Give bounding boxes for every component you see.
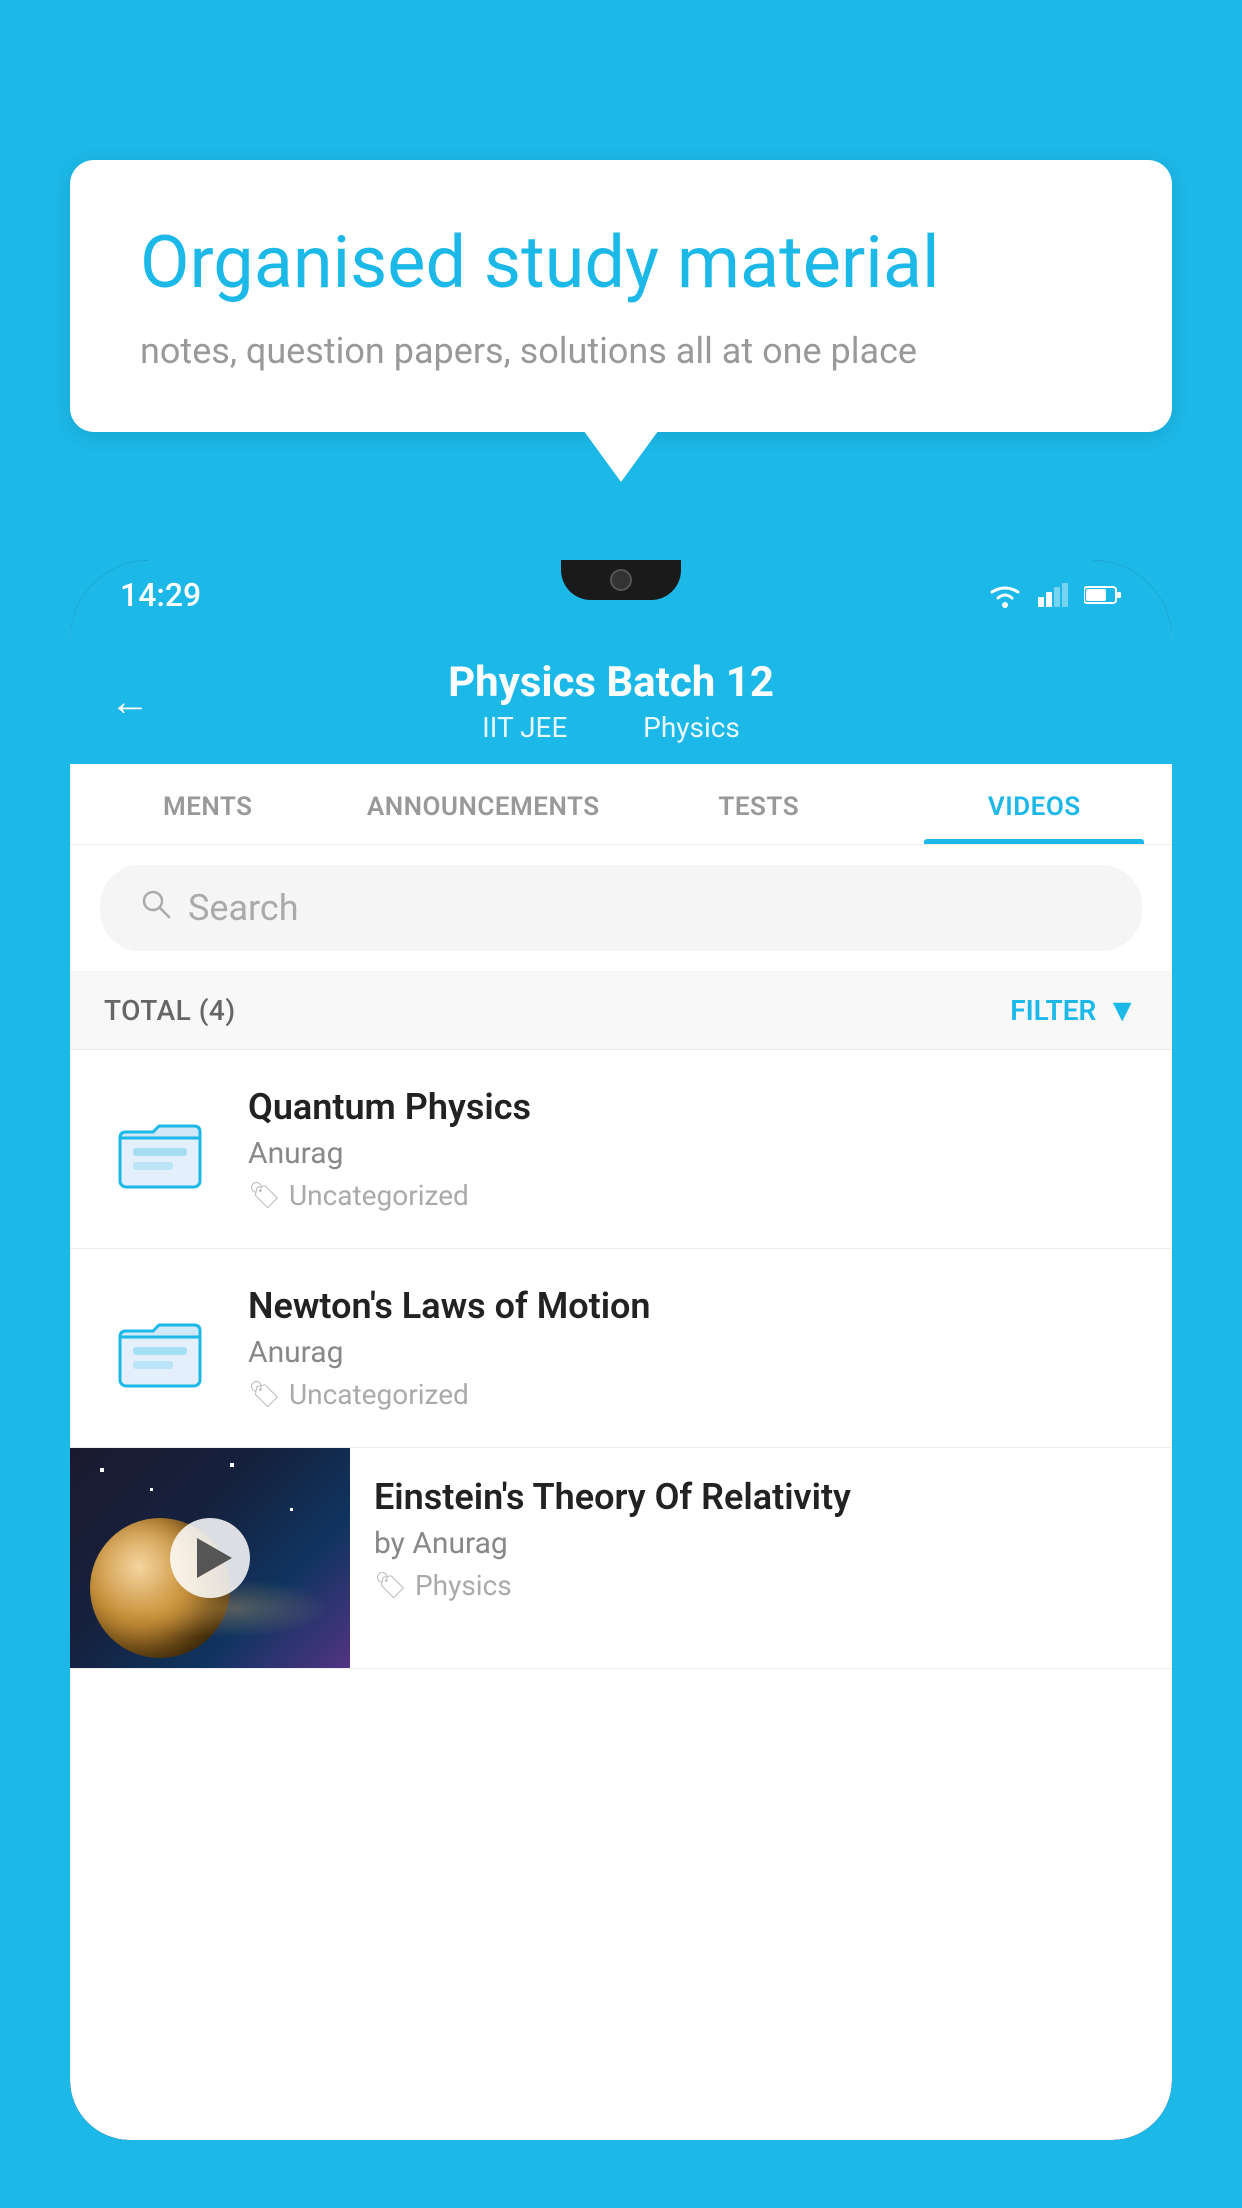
video-author-einstein: by Anurag (374, 1526, 1152, 1561)
app-header: ← Physics Batch 12 IIT JEE Physics (70, 630, 1172, 764)
play-triangle (197, 1538, 232, 1578)
video-thumbnail-einstein (70, 1448, 350, 1668)
status-time: 14:29 (120, 576, 201, 614)
search-placeholder: Search (188, 887, 299, 929)
video-thumb-quantum (100, 1089, 220, 1209)
header-subtitle-separator (598, 711, 612, 744)
header-subtitle: IIT JEE Physics (170, 711, 1052, 744)
video-info-quantum: Quantum Physics Anurag 🏷 Uncategorized (248, 1086, 1142, 1212)
bubble-subtitle: notes, question papers, solutions all at… (140, 330, 1102, 372)
video-thumb-newtons (100, 1288, 220, 1408)
video-title-einstein: Einstein's Theory Of Relativity (374, 1476, 1152, 1518)
phone-notch (561, 560, 681, 600)
video-item-einstein[interactable]: Einstein's Theory Of Relativity by Anura… (70, 1448, 1172, 1669)
bubble-title: Organised study material (140, 220, 1102, 306)
tabs-bar: MENTS ANNOUNCEMENTS TESTS VIDEOS (70, 764, 1172, 845)
header-subtitle-iit: IIT JEE (482, 711, 567, 744)
star-3 (230, 1463, 234, 1467)
tab-announcements[interactable]: ANNOUNCEMENTS (346, 764, 622, 844)
video-author-newtons: Anurag (248, 1335, 1142, 1370)
filter-button[interactable]: FILTER ▼ (1010, 991, 1138, 1029)
back-button[interactable]: ← (110, 678, 150, 725)
tag-icon: 🏷 (248, 1181, 281, 1211)
battery-icon (1084, 585, 1122, 605)
phone-inner: ← Physics Batch 12 IIT JEE Physics MENTS (70, 630, 1172, 2140)
filter-row: TOTAL (4) FILTER ▼ (70, 971, 1172, 1050)
video-title-quantum: Quantum Physics (248, 1086, 1142, 1128)
header-title-group: Physics Batch 12 IIT JEE Physics (170, 658, 1052, 744)
star-4 (290, 1508, 293, 1511)
video-info-einstein: Einstein's Theory Of Relativity by Anura… (350, 1448, 1172, 1630)
header-subtitle-physics: Physics (643, 711, 740, 744)
tab-ments[interactable]: MENTS (70, 764, 346, 844)
video-tag-einstein: 🏷 Physics (374, 1569, 1152, 1602)
signal-icon (1038, 583, 1068, 607)
video-list: Quantum Physics Anurag 🏷 Uncategorized (70, 1050, 1172, 1669)
speech-bubble-container: Organised study material notes, question… (70, 160, 1172, 432)
star-2 (150, 1488, 153, 1491)
tag-icon-2: 🏷 (248, 1380, 281, 1410)
video-tag-newtons: 🏷 Uncategorized (248, 1378, 1142, 1411)
video-author-quantum: Anurag (248, 1136, 1142, 1171)
tab-tests[interactable]: TESTS (621, 764, 897, 844)
video-title-newtons: Newton's Laws of Motion (248, 1285, 1142, 1327)
star-1 (100, 1468, 104, 1472)
phone-frame: 14:29 (70, 560, 1172, 2140)
video-item-quantum-physics[interactable]: Quantum Physics Anurag 🏷 Uncategorized (70, 1050, 1172, 1249)
video-item-newtons-laws[interactable]: Newton's Laws of Motion Anurag 🏷 Uncateg… (70, 1249, 1172, 1448)
folder-icon (115, 1104, 205, 1194)
header-main-title: Physics Batch 12 (170, 658, 1052, 707)
tag-icon-3: 🏷 (374, 1571, 407, 1601)
search-container: Search (70, 845, 1172, 971)
filter-icon: ▼ (1106, 991, 1138, 1029)
play-button[interactable] (170, 1518, 250, 1598)
video-tag-quantum: 🏷 Uncategorized (248, 1179, 1142, 1212)
tab-videos[interactable]: VIDEOS (897, 764, 1173, 844)
folder-icon-2 (115, 1303, 205, 1393)
speech-bubble: Organised study material notes, question… (70, 160, 1172, 432)
status-icons (988, 582, 1122, 608)
phone-container: 14:29 (70, 560, 1172, 2208)
wifi-icon (988, 582, 1022, 608)
search-bar[interactable]: Search (100, 865, 1142, 951)
video-info-newtons: Newton's Laws of Motion Anurag 🏷 Uncateg… (248, 1285, 1142, 1411)
search-icon (140, 887, 172, 929)
total-count: TOTAL (4) (104, 994, 236, 1027)
camera (610, 569, 632, 591)
